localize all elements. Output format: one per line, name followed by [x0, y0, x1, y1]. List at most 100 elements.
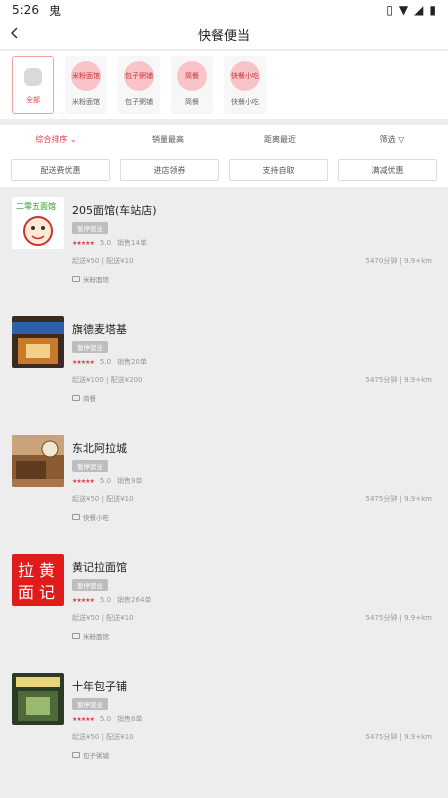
tag-label: 米粉面馆 — [83, 276, 109, 284]
filter-chip-0[interactable]: 配送费优惠 — [11, 159, 110, 181]
rating-value: 5.0 — [99, 477, 112, 485]
store-category-tag: 米粉面馆 — [72, 274, 109, 284]
signal-icon: ◢ — [414, 3, 424, 17]
store-name: 205面馆(车站店) — [72, 204, 157, 217]
filter-chip-1[interactable]: 进店领券 — [120, 159, 219, 181]
sort-label: 销量最高 — [152, 134, 184, 144]
rating-value: 5.0 — [99, 596, 112, 604]
category-4[interactable]: 快餐小吃 快餐小吃 — [224, 56, 266, 114]
store-thumbnail — [12, 435, 64, 487]
sort-option-0[interactable]: 综合排序 ⌄ — [0, 134, 112, 145]
sort-option-3[interactable]: 筛选 ▽ — [336, 134, 448, 145]
store-item[interactable]: 东北阿拉城暂停营业 ★★★★★ 5.0 销售9单起送¥50 | 配送¥10 5475分钟… — [0, 428, 448, 538]
star-rating-icon: ★★★★★ — [72, 596, 95, 604]
tag-label: 米粉面馆 — [83, 633, 109, 641]
store-item[interactable]: 拉黄面记黄记拉面馆 暂停营业 ★★★★★ 5.0 销售264单 起送¥50 | 配送¥10… — [0, 547, 448, 657]
sales-count: 销售264单 — [117, 596, 152, 604]
grid-icon — [24, 68, 42, 86]
category-3[interactable]: 简餐 简餐 — [171, 56, 213, 114]
chevron-down-icon: ⌄ — [67, 134, 77, 144]
distance-info: 5470分钟 | 9.9+km — [365, 257, 433, 265]
star-rating-icon: ★★★★★ — [72, 239, 95, 247]
store-category-tag: 包子粥铺 — [72, 750, 109, 760]
delivery-info: 起送¥50 | 配送¥10 — [72, 257, 134, 265]
filter-icon: ▽ — [395, 134, 405, 144]
category-label: 米粉面馆 — [72, 98, 100, 106]
distance-info: 5475分钟 | 9.9+km — [365, 733, 433, 741]
status-badge: 暂停营业 — [72, 579, 108, 591]
tag-icon — [72, 514, 80, 520]
distance-info: 5475分钟 | 9.9+km — [365, 495, 433, 503]
store-thumbnail — [12, 316, 64, 368]
store-item[interactable]: 二零五面馆 205面馆(车站店) 暂停营业 ★★★★★ 5.0 销售14单 起送¥50 | … — [0, 190, 448, 300]
rating-row: ★★★★★ 5.0 销售8单 — [72, 714, 143, 724]
tag-icon — [72, 633, 80, 639]
category-bar: 全部 米粉面馆 米粉面馆 包子粥铺 包子粥铺 简餐 简餐 快餐小吃 快餐小吃 — [0, 51, 448, 119]
status-badge: 暂停营业 — [72, 222, 108, 234]
distance-info: 5475分钟 | 9.9+km — [365, 614, 433, 622]
store-name: 东北阿拉城 — [72, 442, 127, 455]
tag-icon — [72, 395, 80, 401]
filter-chip-2[interactable]: 支持自取 — [229, 159, 328, 181]
status-badge: 暂停营业 — [72, 341, 108, 353]
vibrate-icon: ▯ — [386, 3, 393, 17]
rating-row: ★★★★★ 5.0 销售264单 — [72, 595, 151, 605]
store-name: 十年包子铺 — [72, 680, 127, 693]
store-name: 黄记拉面馆 — [72, 561, 127, 574]
sales-count: 销售20单 — [117, 358, 147, 366]
status-badge: 暂停营业 — [72, 698, 108, 710]
star-rating-icon: ★★★★★ — [72, 715, 95, 723]
sales-count: 销售9单 — [117, 477, 143, 485]
sort-bar: 综合排序 ⌄ 销量最高 距离最近 筛选 ▽ — [0, 125, 448, 153]
star-rating-icon: ★★★★★ — [72, 358, 95, 366]
back-button[interactable] — [8, 22, 32, 46]
category-2[interactable]: 包子粥铺 包子粥铺 — [118, 56, 160, 114]
tag-icon — [72, 752, 80, 758]
sort-label: 综合排序 — [35, 134, 68, 144]
category-icon: 快餐小吃 — [230, 61, 260, 91]
store-category-tag: 快餐小吃 — [72, 512, 109, 522]
rating-row: ★★★★★ 5.0 销售14单 — [72, 238, 147, 248]
store-thumbnail: 二零五面馆 — [12, 197, 64, 249]
category-label: 快餐小吃 — [231, 98, 259, 106]
sort-label: 距离最近 — [264, 134, 296, 144]
store-thumbnail — [12, 673, 64, 725]
status-time: 5:26 — [12, 3, 39, 17]
svg-text:黄: 黄 — [39, 561, 55, 580]
category-label: 包子粥铺 — [125, 98, 153, 106]
svg-text:拉: 拉 — [18, 561, 34, 580]
store-item[interactable]: 十年包子铺暂停营业 ★★★★★ 5.0 销售8单起送¥50 | 配送¥10 5475分钟… — [0, 666, 448, 776]
distance-info: 5475分钟 | 9.9+km — [365, 376, 433, 384]
category-1[interactable]: 米粉面馆 米粉面馆 — [65, 56, 107, 114]
svg-text:记: 记 — [39, 583, 55, 602]
rating-row: ★★★★★ 5.0 销售20单 — [72, 357, 147, 367]
title-bar: 快餐便当 — [0, 20, 448, 50]
store-name: 旗德麦塔基 — [72, 323, 127, 336]
sort-option-2[interactable]: 距离最近 — [224, 134, 336, 145]
status-badge: 暂停营业 — [72, 460, 108, 472]
tag-label: 包子粥铺 — [83, 752, 109, 760]
filter-bar: 配送费优惠 进店领券 支持自取 满减优惠 — [0, 153, 448, 187]
rating-value: 5.0 — [99, 715, 112, 723]
page-title: 快餐便当 — [197, 29, 250, 44]
tag-icon — [72, 276, 80, 282]
tag-label: 快餐小吃 — [83, 514, 109, 522]
store-item[interactable]: 旗德麦塔基 暂停营业 ★★★★★ 5.0 销售20单 起送¥100 | 配送¥200 547… — [0, 309, 448, 419]
filter-chip-3[interactable]: 满减优惠 — [338, 159, 437, 181]
sales-count: 销售14单 — [117, 239, 147, 247]
svg-text:面: 面 — [18, 583, 34, 602]
sort-option-1[interactable]: 销量最高 — [112, 134, 224, 145]
delivery-info: 起送¥50 | 配送¥10 — [72, 614, 134, 622]
sort-label: 筛选 — [379, 134, 396, 144]
sales-count: 销售8单 — [117, 715, 143, 723]
category-0[interactable]: 全部 — [12, 56, 54, 114]
svg-text:二零五面馆: 二零五面馆 — [16, 201, 56, 211]
rating-row: ★★★★★ 5.0 销售9单 — [72, 476, 143, 486]
store-thumbnail: 拉黄面记 — [12, 554, 64, 606]
star-rating-icon: ★★★★★ — [72, 477, 95, 485]
ghost-icon: 鬼 — [48, 3, 61, 18]
tag-label: 简餐 — [83, 395, 96, 403]
delivery-info: 起送¥50 | 配送¥10 — [72, 733, 134, 741]
battery-icon: ▮ — [429, 3, 436, 17]
delivery-info: 起送¥50 | 配送¥10 — [72, 495, 134, 503]
